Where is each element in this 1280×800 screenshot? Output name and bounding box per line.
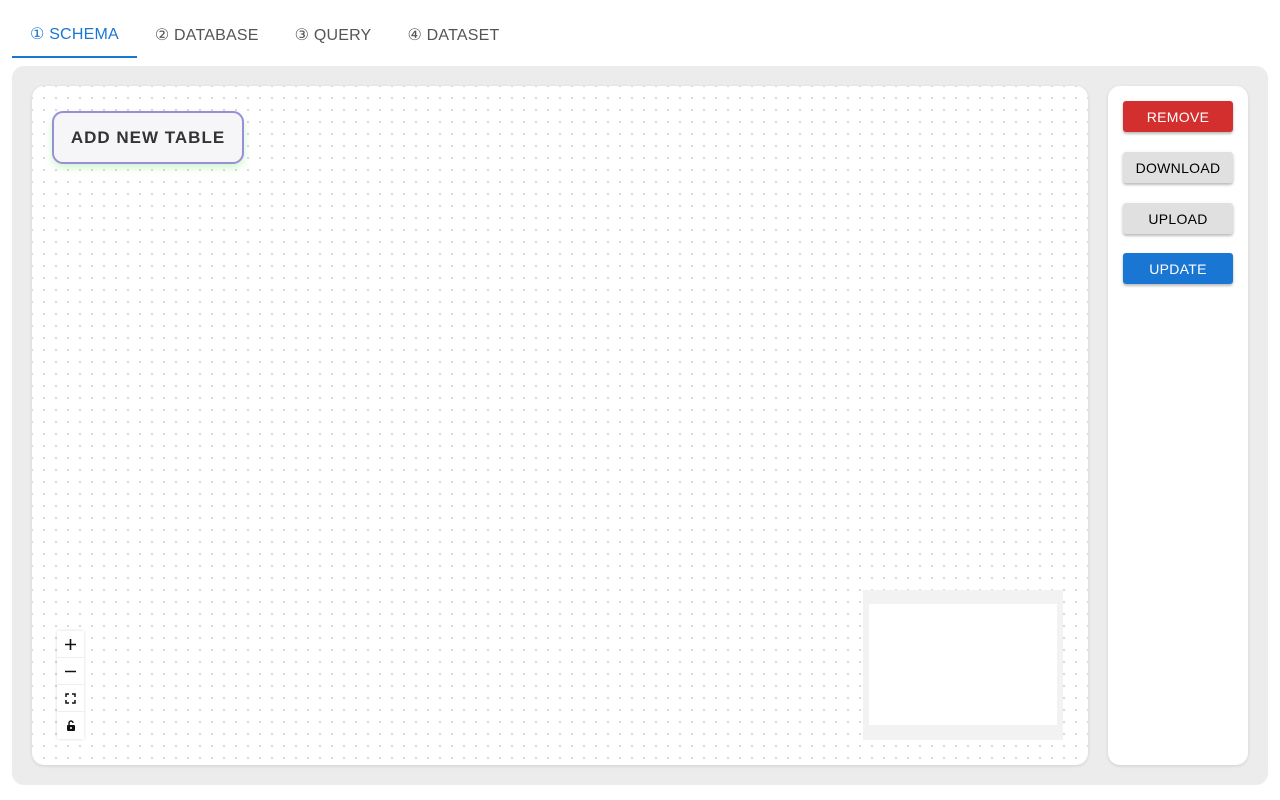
canvas-controls: [57, 631, 84, 739]
action-sidebar: REMOVE DOWNLOAD UPLOAD UPDATE: [1108, 86, 1248, 765]
remove-button[interactable]: REMOVE: [1123, 101, 1233, 132]
upload-button[interactable]: UPLOAD: [1123, 203, 1233, 234]
zoom-out-button[interactable]: [57, 658, 84, 685]
update-button[interactable]: UPDATE: [1123, 253, 1233, 284]
tab-query[interactable]: ③ QUERY: [277, 12, 390, 58]
tab-bar: ① SCHEMA ② DATABASE ③ QUERY ④ DATASET: [12, 12, 517, 58]
zoom-in-button[interactable]: [57, 631, 84, 658]
fit-view-button[interactable]: [57, 685, 84, 712]
minimap-viewport[interactable]: [869, 604, 1057, 725]
tab-database[interactable]: ② DATABASE: [137, 12, 277, 58]
schema-canvas[interactable]: ADD NEW TABLE: [32, 86, 1088, 765]
download-button[interactable]: DOWNLOAD: [1123, 152, 1233, 183]
minus-icon: [65, 670, 76, 672]
tab-schema[interactable]: ① SCHEMA: [12, 12, 137, 58]
plus-icon: [65, 638, 76, 650]
unlock-icon: [66, 720, 75, 731]
toggle-interactivity-button[interactable]: [57, 712, 84, 739]
tab-dataset[interactable]: ④ DATASET: [389, 12, 517, 58]
schema-panel: ADD NEW TABLE REMOVE DOWNLOAD UPLOAD UPD…: [12, 66, 1268, 785]
add-new-table-button[interactable]: ADD NEW TABLE: [52, 111, 244, 164]
minimap[interactable]: [863, 590, 1063, 740]
fit-view-icon: [65, 692, 76, 704]
